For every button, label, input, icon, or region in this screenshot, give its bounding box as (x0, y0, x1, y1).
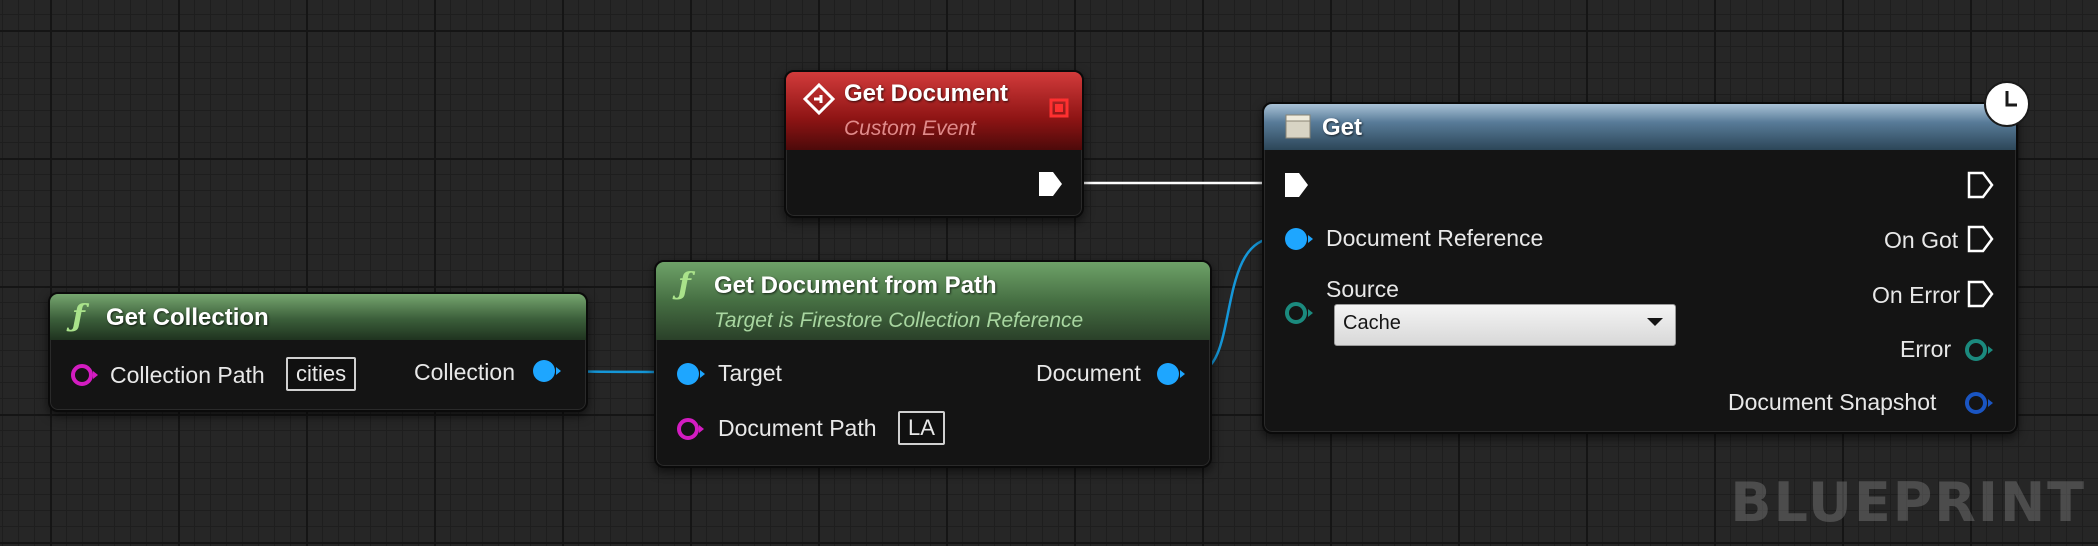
get-document-from-path-subtitle: Target is Firestore Collection Reference (714, 309, 1084, 332)
latent-clock-icon (1984, 81, 2030, 127)
collection-output-label: Collection (414, 359, 515, 385)
event-icon (802, 82, 836, 116)
get-collection-header[interactable]: ƒ Get Collection (50, 294, 586, 340)
get-document-event-header[interactable]: Get Document Custom Event (786, 72, 1082, 150)
get-document-from-path-node[interactable]: ƒ Get Document from Path Target is Fires… (654, 260, 1212, 468)
get-collection-node[interactable]: ƒ Get Collection Collection Path cities … (48, 292, 588, 412)
document-output-pin-icon[interactable] (1156, 361, 1188, 387)
document-reference-pin-icon[interactable] (1284, 226, 1316, 252)
blueprint-graph-canvas[interactable]: ƒ Get Collection Collection Path cities … (0, 0, 2098, 546)
source-label: Source (1326, 276, 1399, 302)
document-output-label: Document (1036, 360, 1141, 386)
function-icon: ƒ (678, 267, 691, 302)
chevron-down-icon (1647, 318, 1663, 326)
get-collection-title: Get Collection (106, 304, 269, 331)
document-path-label: Document Path (718, 415, 877, 441)
source-dropdown-value: Cache (1343, 312, 1401, 334)
collection-path-label: Collection Path (110, 362, 265, 388)
document-reference-label: Document Reference (1326, 225, 1544, 251)
collection-path-pin-icon[interactable] (70, 362, 100, 388)
document-path-pin-icon[interactable] (676, 416, 706, 442)
delegate-output-pin-icon[interactable] (1048, 97, 1070, 119)
target-input-pin-icon[interactable] (676, 361, 708, 387)
get-node-icon (1285, 114, 1311, 139)
source-pin-icon[interactable] (1284, 300, 1316, 326)
on-got-exec-pin-icon[interactable] (1966, 224, 1994, 254)
get-document-from-path-header[interactable]: ƒ Get Document from Path Target is Fires… (656, 262, 1210, 340)
source-dropdown[interactable]: Cache (1334, 304, 1676, 346)
function-icon: ƒ (72, 299, 85, 334)
error-output-pin-icon[interactable] (1964, 337, 1996, 363)
on-error-label: On Error (1872, 282, 1961, 308)
document-snapshot-output-pin-icon[interactable] (1964, 390, 1996, 416)
get-title: Get (1322, 114, 1363, 141)
get-header[interactable]: Get (1264, 104, 2016, 150)
exec-input-pin-icon[interactable] (1282, 170, 1310, 200)
exec-output-pin-icon[interactable] (1036, 169, 1064, 199)
collection-path-input[interactable]: cities (286, 357, 357, 391)
on-error-exec-pin-icon[interactable] (1966, 279, 1994, 309)
get-document-event-node[interactable]: Get Document Custom Event (784, 70, 1084, 218)
get-node[interactable]: Get Document Reference On Got Source Cac… (1262, 102, 2018, 434)
document-snapshot-label: Document Snapshot (1728, 389, 1937, 415)
collection-output-pin-icon[interactable] (532, 358, 564, 384)
then-exec-output-pin-icon[interactable] (1966, 170, 1994, 200)
document-path-input[interactable]: LA (898, 411, 945, 445)
get-document-event-title: Get Document (844, 80, 1009, 107)
on-got-label: On Got (1884, 227, 1959, 253)
get-document-event-subtitle: Custom Event (844, 117, 976, 140)
error-label: Error (1900, 336, 1952, 362)
get-document-from-path-title: Get Document from Path (714, 272, 997, 299)
blueprint-watermark: BLUEPRINT (1730, 471, 2086, 534)
target-label: Target (718, 360, 782, 386)
